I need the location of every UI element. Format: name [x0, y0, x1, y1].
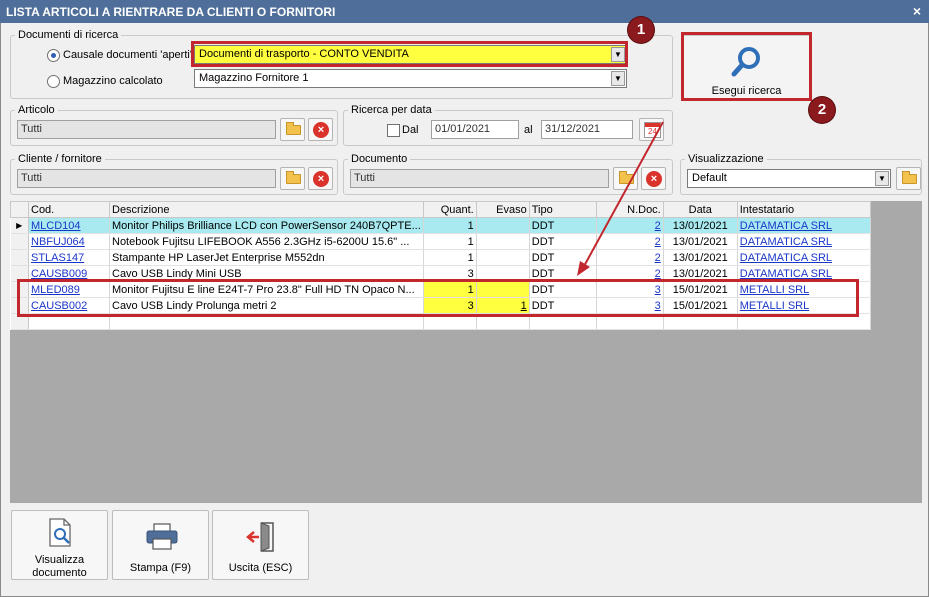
header-data[interactable]: Data — [662, 201, 738, 218]
callout-box-2 — [681, 32, 812, 101]
cliente-browse-button[interactable] — [280, 167, 305, 190]
cod-link[interactable]: STLAS147 — [31, 252, 84, 264]
callout-badge-1: 1 — [628, 17, 654, 43]
intestatario-link[interactable]: DATAMATICA SRL — [740, 268, 832, 280]
cell-evaso — [476, 233, 530, 250]
header-cod[interactable]: Cod. — [28, 201, 110, 218]
cliente-fornitore-value: Tutti — [21, 172, 42, 184]
uscita-label: Uscita (ESC) — [228, 562, 293, 574]
ricerca-data-legend: Ricerca per data — [351, 104, 432, 116]
cell-cod[interactable]: STLAS147 — [28, 249, 110, 266]
visualizza-label-2: documento — [32, 567, 87, 579]
dal-checkbox[interactable] — [387, 124, 400, 137]
header-intestatario[interactable]: Intestatario — [736, 201, 871, 218]
cliente-clear-button[interactable]: × — [308, 167, 333, 190]
folder-icon — [286, 122, 301, 135]
close-icon[interactable]: × — [913, 3, 921, 19]
visualizza-label-1: Visualizza — [34, 554, 85, 566]
results-grid: Cod. Descrizione Quant. Evaso Tipo N.Doc… — [10, 201, 922, 503]
chevron-down-icon[interactable]: ▼ — [875, 171, 889, 186]
documenti-ricerca-legend: Documenti di ricerca — [18, 29, 119, 41]
magazzino-combo[interactable]: Magazzino Fornitore 1 ▼ — [194, 69, 627, 88]
magazzino-combo-value: Magazzino Fornitore 1 — [199, 72, 309, 84]
articolo-value: Tutti — [21, 123, 42, 135]
cell-quant: 1 — [423, 217, 477, 234]
stampa-label: Stampa (F9) — [129, 562, 192, 574]
articolo-browse-button[interactable] — [280, 118, 305, 141]
articolo-field[interactable]: Tutti — [17, 120, 276, 139]
cell-data: 13/01/2021 — [663, 249, 738, 266]
cod-link[interactable]: NBFUJ064 — [31, 236, 85, 248]
table-row[interactable]: ▶ MLCD104 Monitor Philips Brilliance LCD… — [10, 217, 871, 234]
folder-icon — [286, 171, 301, 184]
row-selector — [10, 249, 29, 266]
title-bar: LISTA ARTICOLI A RIENTRARE DA CLIENTI O … — [0, 0, 929, 23]
radio-causale[interactable] — [47, 49, 60, 62]
exit-door-icon — [246, 522, 274, 552]
callout-box-1 — [191, 41, 628, 67]
visualizzazione-legend: Visualizzazione — [688, 153, 764, 165]
al-label: al — [524, 124, 533, 136]
callout-box-rows — [17, 279, 859, 317]
cell-evaso — [476, 249, 530, 266]
current-row-indicator: ▶ — [10, 217, 29, 234]
cell-evaso — [476, 217, 530, 234]
cell-intestatario[interactable]: DATAMATICA SRL — [737, 249, 871, 266]
radio-magazzino-label: Magazzino calcolato — [63, 75, 163, 87]
stampa-button[interactable]: Stampa (F9) — [112, 510, 209, 580]
intestatario-link[interactable]: DATAMATICA SRL — [740, 236, 832, 248]
chevron-down-icon[interactable]: ▼ — [611, 71, 625, 86]
header-selector — [10, 201, 29, 218]
window-title: LISTA ARTICOLI A RIENTRARE DA CLIENTI O … — [6, 5, 336, 19]
cliente-fornitore-field[interactable]: Tutti — [17, 169, 276, 188]
cell-data: 13/01/2021 — [663, 233, 738, 250]
callout-badge-2: 2 — [809, 97, 835, 123]
table-row[interactable]: STLAS147 Stampante HP LaserJet Enterpris… — [10, 249, 871, 266]
articolo-legend: Articolo — [18, 104, 55, 116]
grid-header: Cod. Descrizione Quant. Evaso Tipo N.Doc… — [10, 201, 871, 218]
documento-value: Tutti — [354, 172, 375, 184]
visualizzazione-combo[interactable]: Default ▼ — [687, 169, 891, 188]
folder-icon — [902, 171, 917, 184]
callout-arrow — [577, 121, 664, 276]
articolo-clear-button[interactable]: × — [308, 118, 333, 141]
cliente-fornitore-legend: Cliente / fornitore — [18, 153, 102, 165]
dal-date-value: 01/01/2021 — [435, 123, 491, 135]
radio-magazzino[interactable] — [47, 75, 60, 88]
intestatario-link[interactable]: DATAMATICA SRL — [740, 220, 832, 232]
dal-label: Dal — [402, 124, 419, 136]
cell-cod[interactable]: NBFUJ064 — [28, 233, 110, 250]
header-descrizione[interactable]: Descrizione — [109, 201, 424, 218]
radio-causale-label: Causale documenti 'aperti' — [63, 49, 192, 61]
table-row[interactable]: NBFUJ064 Notebook Fujitsu LIFEBOOK A556 … — [10, 233, 871, 250]
clear-icon: × — [313, 171, 329, 187]
documento-legend: Documento — [351, 153, 408, 165]
cell-quant: 1 — [423, 249, 477, 266]
visualizza-documento-button[interactable]: Visualizza documento — [11, 510, 108, 580]
dal-date-field[interactable]: 01/01/2021 — [431, 120, 519, 139]
visualizzazione-value: Default — [692, 172, 727, 184]
cell-desc: Stampante HP LaserJet Enterprise M552dn — [109, 249, 424, 266]
cell-desc: Monitor Philips Brilliance LCD con Power… — [109, 217, 424, 234]
cell-cod[interactable]: MLCD104 — [28, 217, 110, 234]
cod-link[interactable]: MLCD104 — [31, 220, 81, 232]
document-search-icon — [49, 518, 71, 547]
row-selector — [10, 233, 29, 250]
printer-icon — [146, 523, 178, 550]
main-window: Documenti di ricerca Causale documenti '… — [0, 17, 929, 597]
cod-link[interactable]: CAUSB009 — [31, 268, 87, 280]
cell-intestatario[interactable]: DATAMATICA SRL — [737, 233, 871, 250]
cell-data: 13/01/2021 — [663, 217, 738, 234]
cell-quant: 1 — [423, 233, 477, 250]
visualizzazione-browse-button[interactable] — [896, 167, 921, 190]
cell-intestatario[interactable]: DATAMATICA SRL — [737, 217, 871, 234]
header-quant[interactable]: Quant. — [422, 201, 477, 218]
intestatario-link[interactable]: DATAMATICA SRL — [740, 252, 832, 264]
cell-desc: Notebook Fujitsu LIFEBOOK A556 2.3GHz i5… — [109, 233, 424, 250]
header-evaso[interactable]: Evaso — [475, 201, 530, 218]
clear-icon: × — [313, 122, 329, 138]
uscita-button[interactable]: Uscita (ESC) — [212, 510, 309, 580]
